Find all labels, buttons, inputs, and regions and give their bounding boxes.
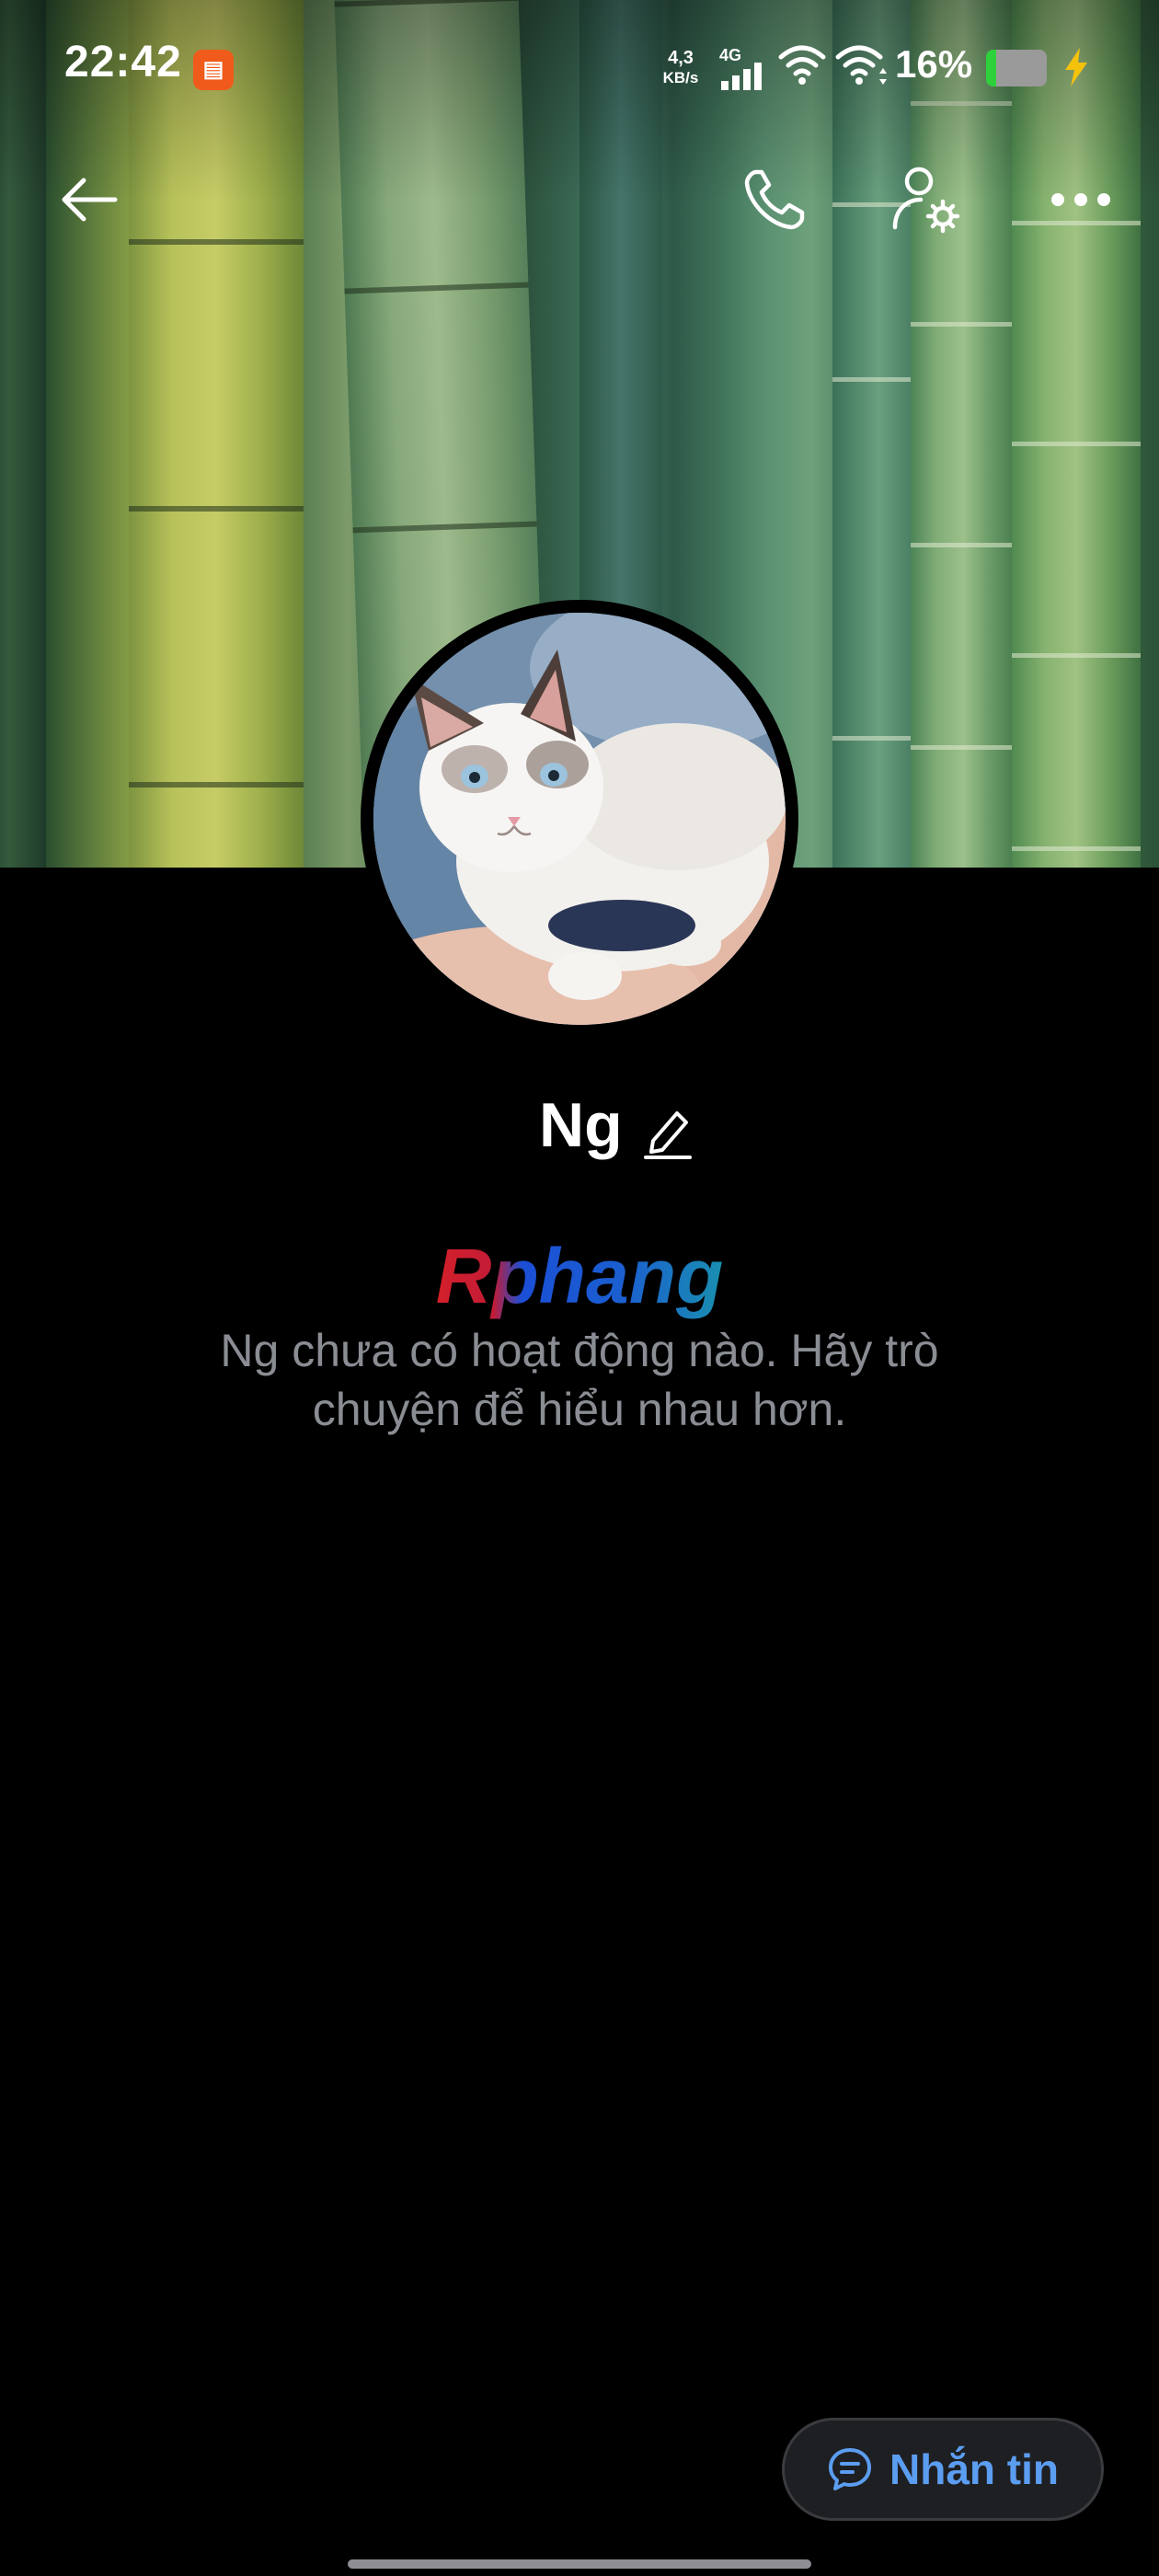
send-message-button[interactable]: Nhắn tin <box>782 2418 1104 2521</box>
back-button[interactable] <box>48 158 131 241</box>
battery-level <box>986 50 996 86</box>
watermark-text: Rphang <box>436 1233 724 1319</box>
call-button[interactable] <box>733 158 816 241</box>
network-speed-unit: KB/s <box>662 69 699 86</box>
network-speed: 4,3 KB/s <box>653 48 708 88</box>
wifi-icon <box>778 45 826 85</box>
cellular-signal-icon <box>721 63 762 90</box>
phone-icon <box>744 169 805 230</box>
rphang-watermark: Rphang <box>436 1233 724 1319</box>
watermark-logo: Rphang <box>405 1233 754 1325</box>
avatar-cat-photo <box>373 613 786 1025</box>
profile-settings-button[interactable] <box>885 158 968 241</box>
more-options-button[interactable] <box>1039 158 1122 241</box>
profile-name: Ng <box>539 1090 623 1160</box>
status-bar: 22:42 ▤ 4,3 KB/s 4G 16% <box>0 0 1159 138</box>
status-time: 22:42 <box>64 38 182 86</box>
battery-icon <box>986 50 1047 86</box>
network-speed-value: 4,3 <box>668 48 694 68</box>
pencil-icon <box>644 1111 692 1159</box>
wifi-secondary-icon <box>835 45 887 85</box>
user-settings-icon <box>892 167 960 234</box>
chat-bubble-icon <box>829 2448 871 2490</box>
send-message-label: Nhắn tin <box>889 2445 1059 2493</box>
avatar[interactable] <box>373 613 786 1025</box>
notification-app-icon: ▤ <box>193 50 234 90</box>
battery-percent: 16% <box>895 42 973 86</box>
profile-name-row: Ng <box>0 1086 1159 1178</box>
edit-name-button[interactable] <box>640 1098 695 1163</box>
home-indicator[interactable] <box>348 2559 811 2569</box>
profile-screen: 22:42 ▤ 4,3 KB/s 4G 16% Ng Rphang Ng chư… <box>0 0 1159 2576</box>
arrow-left-icon <box>62 178 118 222</box>
charging-bolt-icon <box>1065 48 1087 86</box>
empty-activity-text: Ng chưa có hoạt động nào. Hãy trò chuyện… <box>220 1325 939 1435</box>
more-dots-icon <box>1051 193 1110 206</box>
